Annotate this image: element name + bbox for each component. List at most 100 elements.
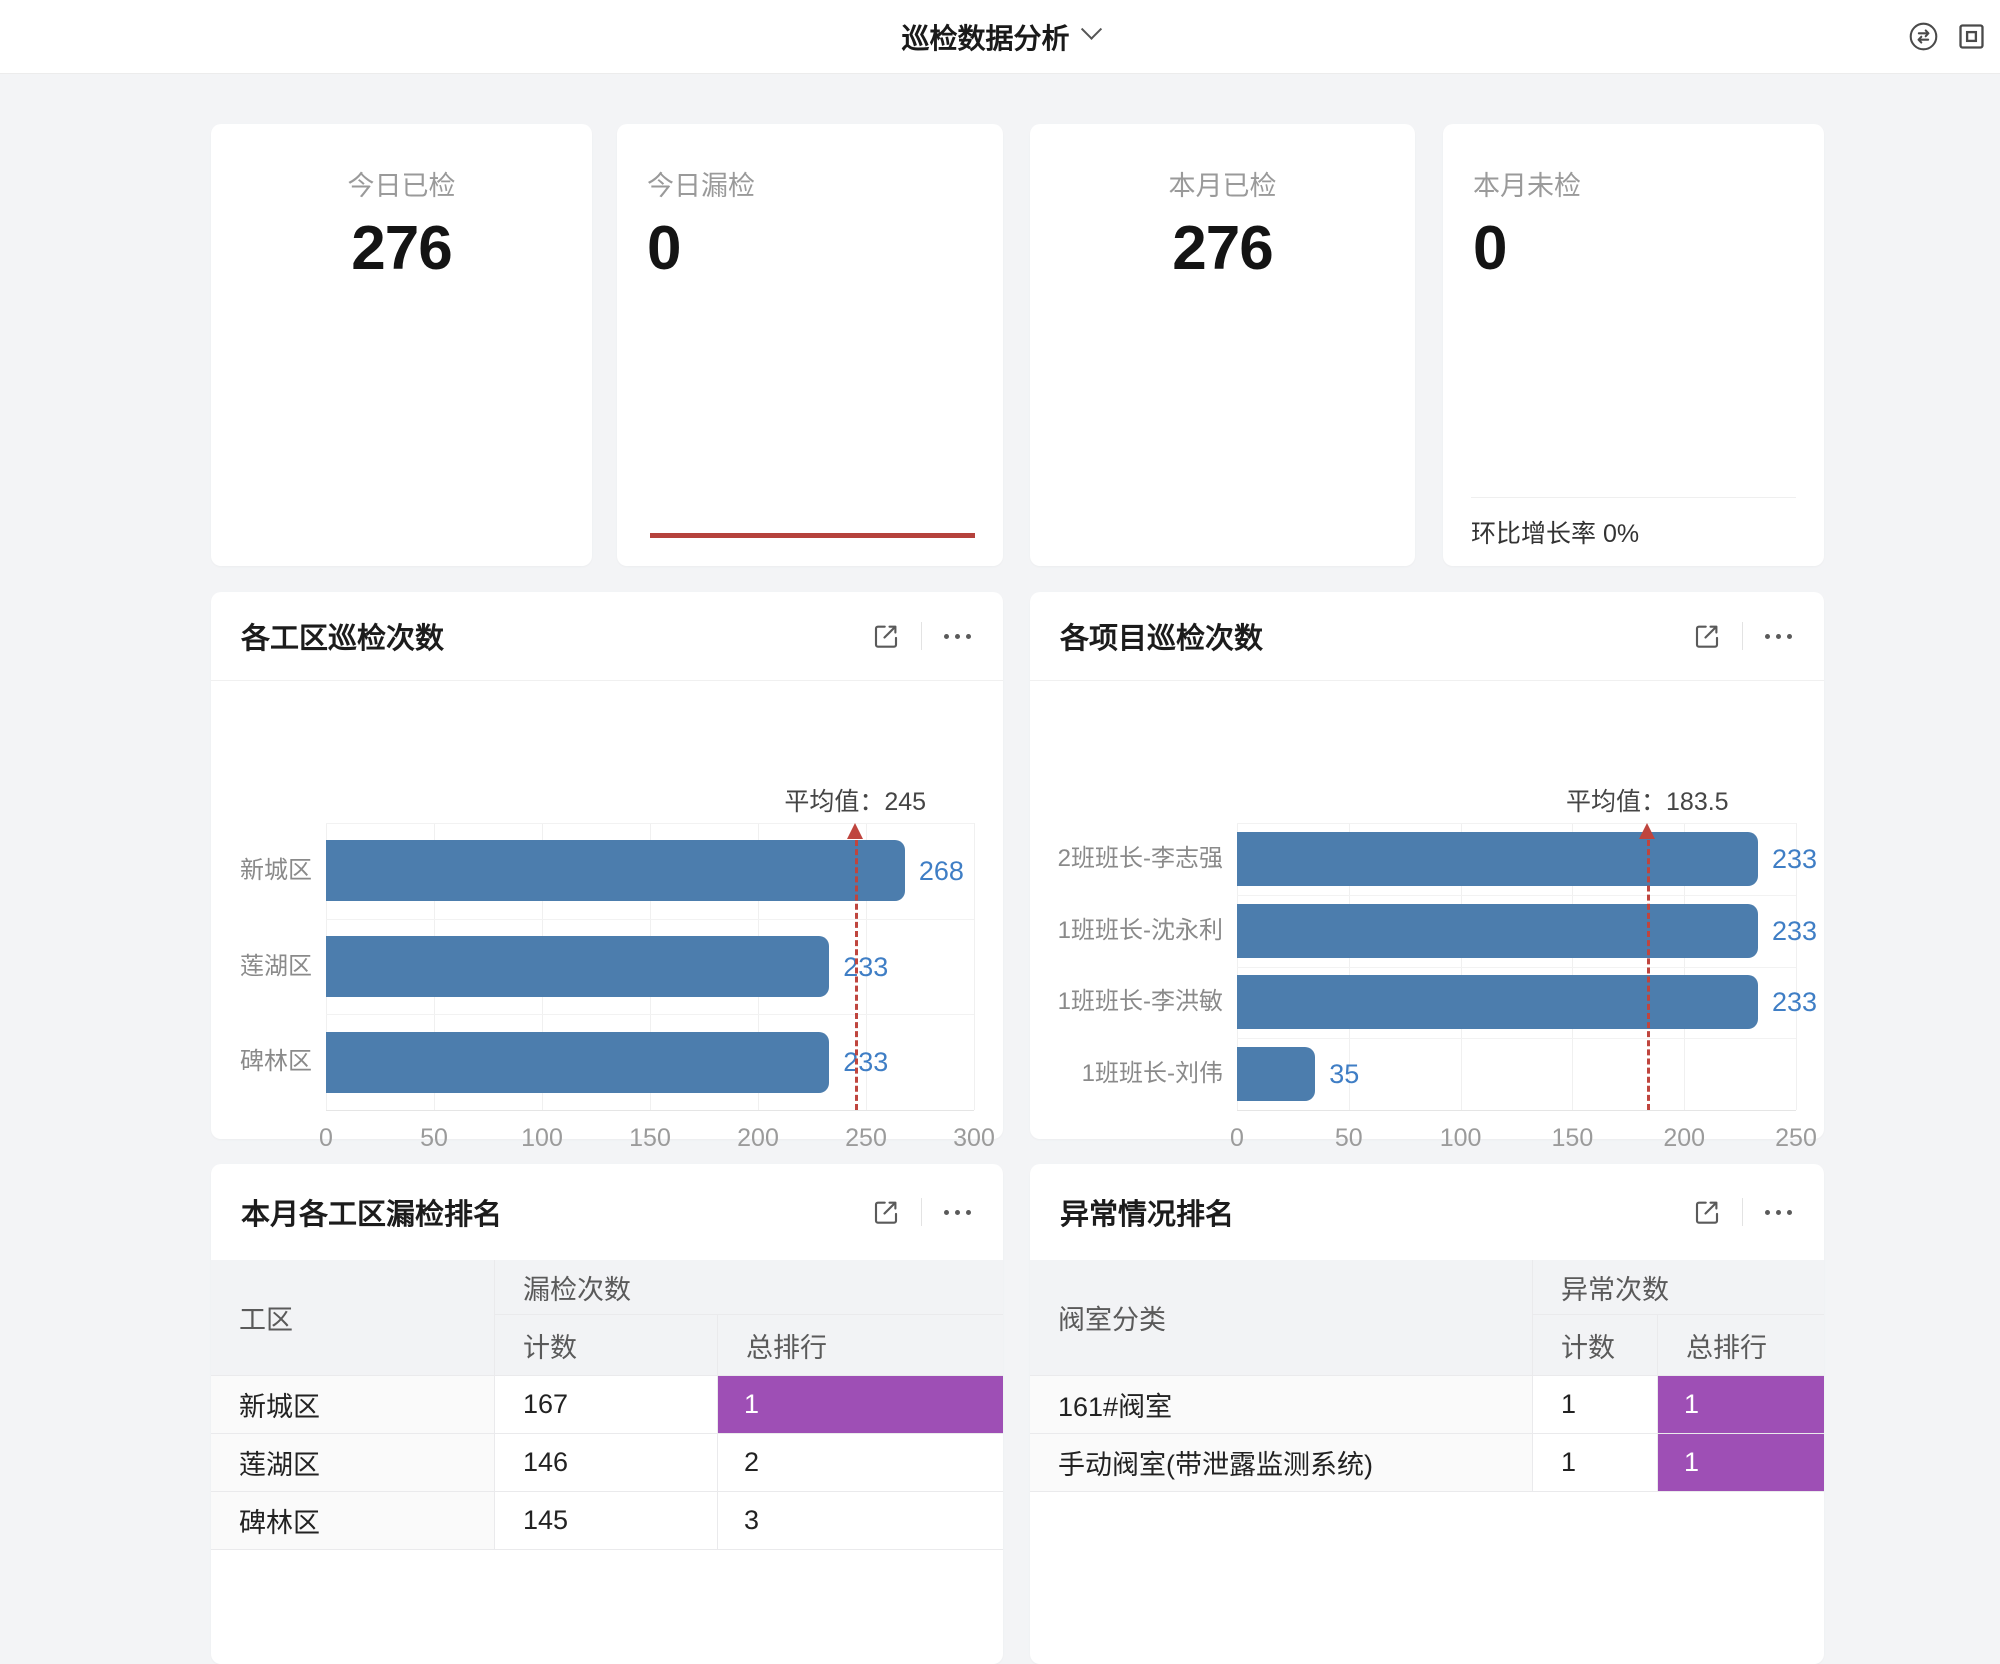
category-label: 1班班长-沈永利 — [1030, 913, 1223, 949]
gridline-horizontal — [1237, 1038, 1796, 1039]
open-in-new-icon[interactable] — [1692, 1197, 1722, 1227]
category-label: 碑林区 — [211, 1044, 312, 1080]
more-options-icon[interactable] — [942, 628, 973, 645]
row-name-cell: 莲湖区 — [211, 1434, 495, 1492]
row-rank-cell-highlighted: 1 — [718, 1376, 1003, 1434]
gridline-horizontal — [1237, 967, 1796, 968]
chart-title: 各项目巡检次数 — [1060, 615, 1692, 657]
x-axis-tick: 50 — [1309, 1124, 1389, 1153]
stat-value: 276 — [1030, 213, 1415, 284]
stat-value: 0 — [1443, 213, 1824, 284]
bar — [326, 1032, 829, 1093]
stat-card-today-missed: 今日漏检 0 — [617, 124, 1003, 566]
stat-value: 276 — [211, 213, 592, 284]
sub-header-rank: 总排行 — [718, 1315, 1003, 1376]
category-label: 新城区 — [211, 853, 312, 889]
divider — [921, 622, 922, 650]
ranking-table: 阀室分类异常次数计数总排行161#阀室11手动阀室(带泄露监测系统)11 — [1030, 1260, 1824, 1664]
flat-trend-line — [650, 533, 975, 538]
x-axis-line — [1237, 1110, 1796, 1111]
x-axis-tick: 100 — [502, 1124, 582, 1153]
bar-value-label: 233 — [1772, 985, 1817, 1019]
panel-actions — [1692, 621, 1794, 651]
stat-card-month-inspected: 本月已检 276 — [1030, 124, 1415, 566]
more-options-icon[interactable] — [1763, 628, 1794, 645]
more-options-icon[interactable] — [1763, 1204, 1794, 1221]
stat-label: 本月未检 — [1443, 164, 1824, 203]
row-count-cell: 1 — [1533, 1434, 1658, 1492]
bar — [326, 936, 829, 997]
average-arrow-icon — [847, 823, 863, 839]
chevron-down-icon — [1080, 19, 1101, 40]
bar-chart-workzone: 050100150200250300新城区268莲湖区233碑林区233平均值：… — [211, 680, 1003, 1139]
bar-value-label: 35 — [1329, 1057, 1359, 1091]
row-count-cell: 1 — [1533, 1376, 1658, 1434]
table-title: 本月各工区漏检排名 — [241, 1191, 871, 1233]
average-label: 平均值：245 — [784, 782, 926, 818]
row-name-cell: 161#阀室 — [1030, 1376, 1533, 1434]
open-in-new-icon[interactable] — [871, 1197, 901, 1227]
table-panel-missed-ranking: 本月各工区漏检排名 工区漏检次数计数总排行新城区1671莲湖区1462碑林区14… — [211, 1164, 1003, 1664]
x-axis-tick: 0 — [286, 1124, 366, 1153]
bar-value-label: 268 — [919, 854, 964, 888]
row-rank-cell-highlighted: 1 — [1658, 1434, 1824, 1492]
column-header: 阀室分类 — [1030, 1260, 1533, 1376]
page-title: 巡检数据分析 — [901, 17, 1069, 57]
category-label: 1班班长-刘伟 — [1030, 1056, 1223, 1092]
row-rank-cell: 2 — [718, 1434, 1003, 1492]
row-name-cell: 手动阀室(带泄露监测系统) — [1030, 1434, 1533, 1492]
panel-actions — [1692, 1197, 1794, 1227]
stat-card-today-inspected: 今日已检 276 — [211, 124, 592, 566]
category-label: 2班班长-李志强 — [1030, 841, 1223, 877]
sync-icon[interactable] — [1906, 20, 1940, 54]
x-axis-tick: 150 — [1532, 1124, 1612, 1153]
x-axis-tick: 200 — [718, 1124, 798, 1153]
fullscreen-icon[interactable] — [1954, 20, 1988, 54]
bar-value-label: 233 — [1772, 842, 1817, 876]
open-in-new-icon[interactable] — [1692, 621, 1722, 651]
panel-header: 各工区巡检次数 — [211, 592, 1003, 681]
row-name-cell: 新城区 — [211, 1376, 495, 1434]
sub-header-count: 计数 — [495, 1315, 718, 1376]
x-axis-tick: 250 — [1756, 1124, 1836, 1153]
row-rank-cell: 3 — [718, 1492, 1003, 1550]
average-markline — [1647, 840, 1650, 1110]
divider — [1742, 622, 1743, 650]
stat-label: 今日漏检 — [617, 164, 1003, 203]
table-title: 异常情况排名 — [1060, 1191, 1692, 1233]
gridline-horizontal — [326, 919, 974, 920]
more-options-icon[interactable] — [942, 1204, 973, 1221]
row-count-cell: 146 — [495, 1434, 718, 1492]
x-axis-tick: 300 — [934, 1124, 1014, 1153]
x-axis-tick: 200 — [1644, 1124, 1724, 1153]
growth-rate-text: 环比增长率 0% — [1471, 497, 1796, 566]
bar — [1237, 904, 1758, 958]
x-axis-tick: 50 — [394, 1124, 474, 1153]
gridline-horizontal — [1237, 823, 1796, 824]
divider — [921, 1198, 922, 1226]
topbar: 巡检数据分析 — [0, 0, 2000, 74]
open-in-new-icon[interactable] — [871, 621, 901, 651]
x-axis-tick: 100 — [1421, 1124, 1501, 1153]
panel-header: 异常情况排名 — [1030, 1164, 1824, 1260]
row-name-cell: 碑林区 — [211, 1492, 495, 1550]
panel-header: 本月各工区漏检排名 — [211, 1164, 1003, 1260]
x-axis-tick: 150 — [610, 1124, 690, 1153]
gridline-horizontal — [326, 823, 974, 824]
bar — [1237, 975, 1758, 1029]
bar — [326, 840, 905, 901]
x-axis-line — [326, 1110, 974, 1111]
gridline-horizontal — [1237, 895, 1796, 896]
row-count-cell: 145 — [495, 1492, 718, 1550]
category-label: 莲湖区 — [211, 949, 312, 985]
category-label: 1班班长-李洪敏 — [1030, 984, 1223, 1020]
panel-actions — [871, 1197, 973, 1227]
dashboard-title-dropdown[interactable]: 巡检数据分析 — [901, 17, 1098, 57]
bar-value-label: 233 — [843, 950, 888, 984]
stat-label: 本月已检 — [1030, 164, 1415, 203]
bar — [1237, 1047, 1315, 1101]
chart-panel-project: 各项目巡检次数 0501001502002502班班长-李志强2331班班长-沈… — [1030, 592, 1824, 1139]
sub-header-count: 计数 — [1533, 1315, 1658, 1376]
panel-actions — [871, 621, 973, 651]
table-panel-abnormal-ranking: 异常情况排名 阀室分类异常次数计数总排行161#阀室11手动阀室(带泄露监测系统… — [1030, 1164, 1824, 1664]
